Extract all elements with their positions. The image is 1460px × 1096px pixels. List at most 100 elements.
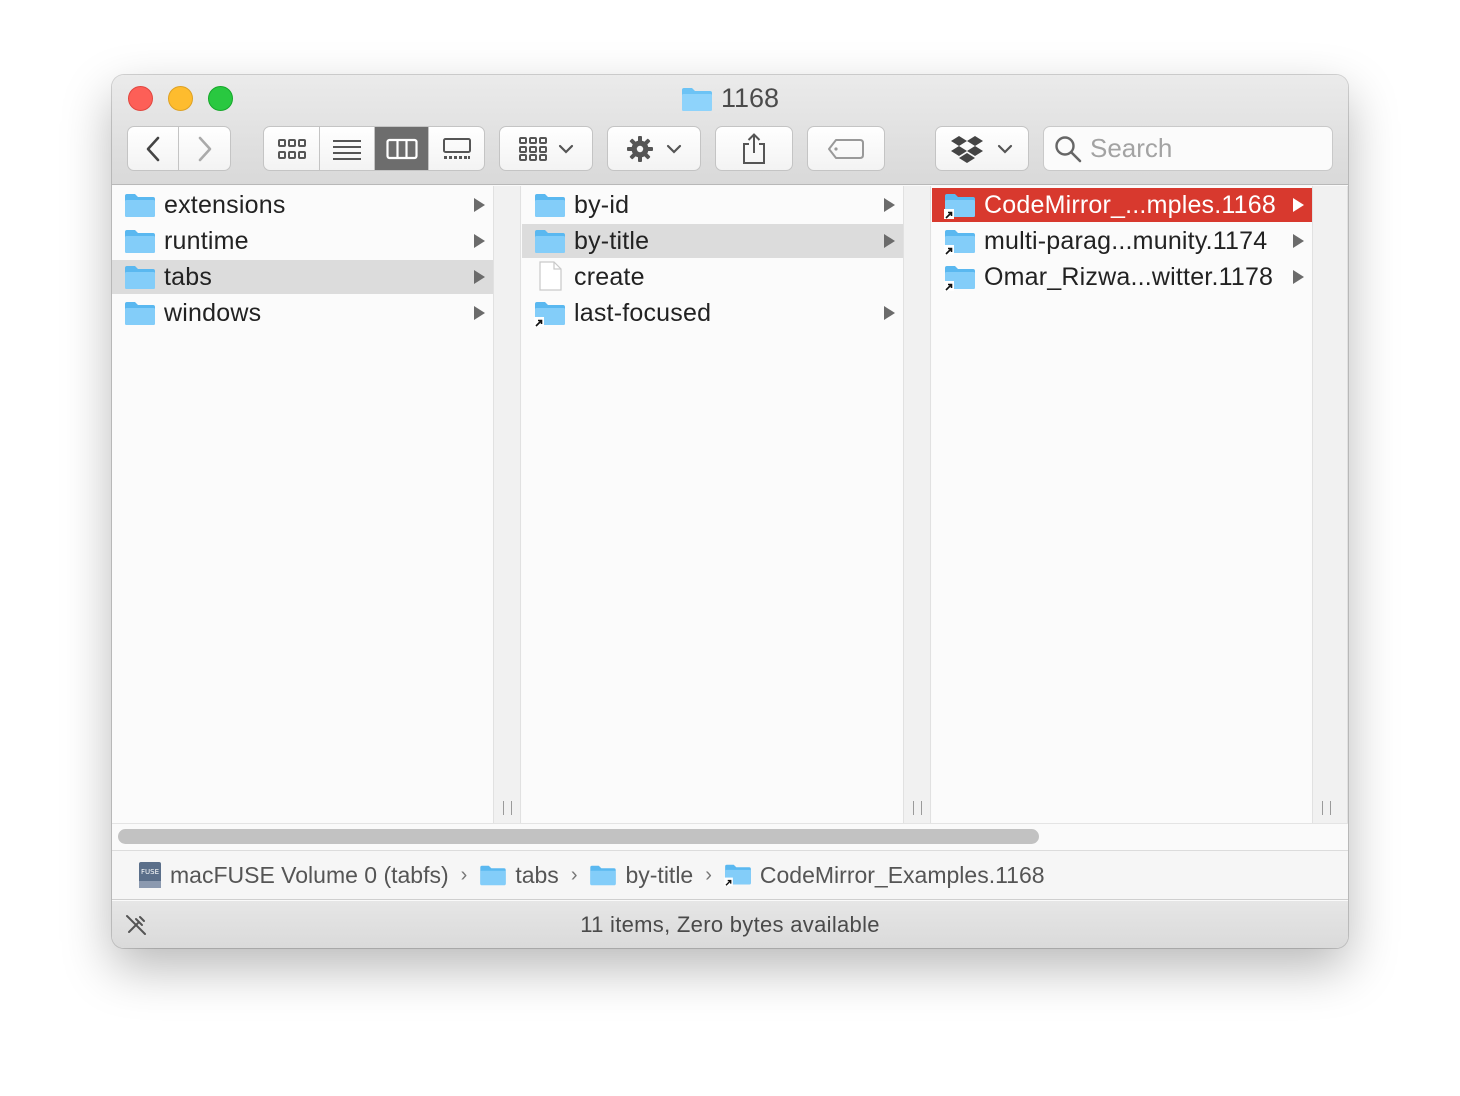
disclosure-arrow-icon [884,234,895,248]
list-view-button[interactable] [320,127,375,170]
list-item[interactable]: Omar_Rizwa...witter.1178 [932,260,1312,294]
folder-icon [535,194,565,217]
folder-icon [125,194,155,217]
column-view-button[interactable] [375,127,429,170]
horizontal-scrollbar[interactable] [112,823,1348,849]
column-3: CodeMirror_...mples.1168 multi-parag...m… [932,186,1312,823]
search-placeholder: Search [1090,133,1173,163]
status-bar: 11 items, Zero bytes available [112,901,1348,948]
alias-folder-icon [944,194,975,219]
item-label: Omar_Rizwa...witter.1178 [984,263,1274,291]
folder-icon [480,865,507,886]
list-item[interactable]: windows [112,296,493,330]
item-label: by-title [574,227,650,255]
chevron-down-icon [997,144,1013,154]
column-resize-handle[interactable] [903,186,931,823]
search-field[interactable]: Search [1043,126,1333,171]
scrollbar-thumb[interactable] [118,829,1039,844]
no-write-icon [126,915,146,935]
list-item[interactable]: multi-parag...munity.1174 [932,224,1312,258]
window-title-text: 1168 [720,83,780,113]
path-separator: › [705,863,712,886]
path-crumb-label: CodeMirror_Examples.1168 [759,861,1045,888]
list-item[interactable]: runtime [112,224,493,258]
list-item[interactable]: by-id [522,188,903,222]
columns-icon [385,138,418,159]
column-2: by-id by-title create last-focused [522,186,903,823]
disclosure-arrow-icon [474,198,485,212]
item-label: create [574,263,645,291]
path-bar: FUSE macFUSE Volume 0 (tabfs) › tabs › b… [112,850,1348,900]
chevron-down-icon [666,144,682,154]
path-crumb-volume[interactable]: FUSE macFUSE Volume 0 (tabfs) [138,861,449,889]
list-item[interactable]: by-title [522,224,903,258]
item-label: runtime [164,227,249,255]
path-crumb-label: macFUSE Volume 0 (tabfs) [170,861,449,888]
list-item[interactable]: extensions [112,188,493,222]
gear-icon [627,135,653,162]
chevron-right-icon [198,136,211,161]
icon-view-button[interactable] [264,127,320,170]
item-label: tabs [164,263,213,291]
disclosure-arrow-icon [474,306,485,320]
item-label: extensions [164,191,286,219]
alias-folder-icon [534,302,565,327]
resize-grip-icon [503,801,512,815]
list-item[interactable]: CodeMirror_...mples.1168 [932,188,1312,222]
svg-text:FUSE: FUSE [141,868,159,876]
alias-folder-icon [944,230,975,255]
column-1: extensions runtime tabs windows [112,186,493,823]
toolbar: 1168 Search [112,75,1348,185]
path-crumb-current[interactable]: CodeMirror_Examples.1168 [724,862,1045,889]
folder-icon [125,230,155,253]
folder-icon [125,302,155,325]
folder-icon [125,266,155,289]
search-icon [1055,135,1082,162]
item-label: CodeMirror_...mples.1168 [984,191,1276,219]
column-resize-handle[interactable] [1312,186,1348,823]
grid-icon [277,138,306,159]
path-crumb-label: by-title [625,861,694,888]
status-text: 11 items, Zero bytes available [580,911,880,937]
chevron-down-icon [558,144,574,154]
dropbox-icon [951,135,983,163]
view-mode-control [263,126,485,171]
path-crumb-label: tabs [515,861,559,888]
tag-icon [828,138,864,159]
list-item[interactable]: create [522,260,903,294]
list-item[interactable]: last-focused [522,296,903,330]
document-icon [539,261,562,291]
gallery-view-button[interactable] [429,127,484,170]
gallery-icon [442,137,471,159]
edit-tags-button[interactable] [807,126,885,171]
resize-grip-icon [913,801,922,815]
chevron-left-icon [146,136,160,161]
list-icon [333,139,361,160]
folder-icon [535,230,565,253]
column-resize-handle[interactable] [493,186,521,823]
disclosure-arrow-icon [474,270,485,284]
drive-icon: FUSE [139,862,161,888]
path-crumb-tabs[interactable]: tabs [479,861,559,889]
path-crumb-by-title[interactable]: by-title [589,862,693,889]
folder-icon [681,87,712,111]
resize-grip-icon [1322,801,1331,815]
window-title: 1168 [112,83,1348,114]
disclosure-arrow-icon [1293,234,1304,248]
forward-button[interactable] [179,127,230,170]
path-separator: › [570,863,578,886]
alias-folder-icon [724,864,751,887]
action-menu-button[interactable] [607,126,701,171]
disclosure-arrow-icon [474,234,485,248]
disclosure-arrow-icon [1293,198,1304,212]
group-by-button[interactable] [499,126,593,171]
item-label: last-focused [574,299,712,327]
item-label: multi-parag...munity.1174 [984,227,1268,255]
back-button[interactable] [128,127,180,170]
nav-buttons [127,126,231,171]
list-item[interactable]: tabs [112,260,493,294]
share-button[interactable] [715,126,793,171]
path-separator: › [460,863,468,886]
finder-window: 1168 Search extensions runtime tabs wind… [112,75,1348,948]
dropbox-button[interactable] [935,126,1029,171]
